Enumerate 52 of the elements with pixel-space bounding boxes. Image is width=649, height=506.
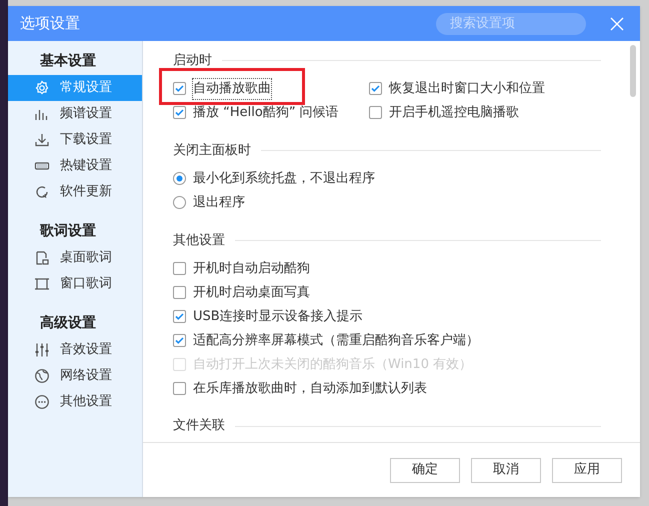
section-heading: 其他设置 (173, 232, 225, 250)
more-icon (34, 394, 50, 410)
section-heading: 关闭主面板时 (173, 142, 251, 160)
globe-icon (34, 368, 50, 384)
checkbox-label: 自动播放歌曲 (193, 79, 271, 98)
checkbox-label: 开启手机遥控电脑播歌 (389, 104, 519, 122)
sliders-icon (34, 342, 50, 358)
checkbox[interactable] (173, 262, 186, 275)
dialog-button[interactable]: 取消 (471, 458, 541, 482)
scrollbar-thumb[interactable] (630, 45, 636, 97)
gear-icon (34, 80, 50, 96)
section-heading: 文件关联 (173, 417, 225, 436)
checkbox[interactable] (173, 310, 186, 323)
checkbox-label: 播放 “Hello酷狗” 问候语 (193, 104, 339, 122)
checkbox[interactable] (369, 106, 382, 120)
refresh-icon (34, 184, 50, 200)
sidebar-item[interactable]: 网络设置 (8, 363, 142, 389)
frame-icon (34, 276, 50, 292)
radio-label: 退出程序 (193, 194, 245, 212)
checkbox-label: 开机时自动启动酷狗 (193, 260, 310, 278)
checkbox[interactable] (173, 286, 186, 299)
sidebar-item[interactable]: 频谱设置 (8, 101, 142, 127)
download-icon (34, 132, 50, 148)
close-icon[interactable] (610, 16, 624, 30)
window-title: 选项设置 (20, 13, 80, 34)
checkbox[interactable] (173, 106, 186, 120)
sidebar-heading: 高级设置 (39, 314, 97, 332)
radio-button[interactable] (173, 172, 186, 185)
sidebar-item[interactable]: 音效设置 (8, 337, 142, 363)
sidebar-item[interactable]: 其他设置 (8, 389, 142, 415)
sidebar-heading: 基本设置 (39, 52, 97, 70)
checkbox[interactable] (173, 382, 186, 395)
checkbox-label: USB连接时显示设备接入提示 (193, 308, 363, 326)
dialog-button[interactable]: 应用 (552, 458, 622, 482)
checkbox-label: 开机时启动桌面写真 (193, 284, 310, 302)
sidebar-item[interactable]: 软件更新 (8, 179, 142, 205)
sidebar-item[interactable]: 热键设置 (8, 153, 142, 179)
checkbox[interactable] (173, 82, 186, 96)
section-heading: 启动时 (173, 52, 212, 70)
checkbox[interactable] (369, 82, 382, 96)
radio-label: 最小化到系统托盘，不退出程序 (193, 170, 375, 188)
sidebar-item[interactable]: 桌面歌词 (8, 245, 142, 271)
checkbox-label: 在乐库播放歌曲时，自动添加到默认列表 (193, 380, 427, 398)
radio-button[interactable] (173, 196, 186, 209)
sidebar-item[interactable]: 窗口歌词 (8, 271, 142, 297)
checkbox[interactable] (173, 334, 186, 347)
checkbox-label: 恢复退出时窗口大小和位置 (389, 80, 545, 98)
document-icon (34, 250, 50, 266)
checkbox-label: 适配高分辨率屏幕模式（需重启酷狗音乐客户端） (193, 332, 479, 350)
dialog-button[interactable]: 确定 (390, 458, 460, 482)
sidebar-item[interactable]: 下载设置 (8, 127, 142, 153)
sidebar-heading: 歌词设置 (38, 222, 97, 240)
